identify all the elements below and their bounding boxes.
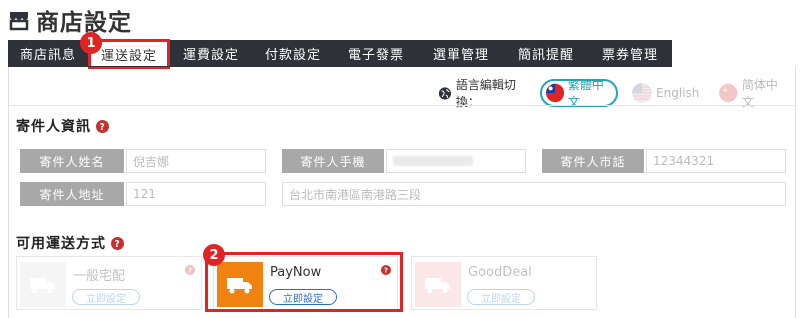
section-divider [9, 105, 795, 106]
lang-simplified-chinese[interactable]: 简体中文 [713, 78, 792, 109]
taiwan-flag-icon [545, 83, 564, 103]
svg-text:?: ? [99, 121, 105, 132]
blurred-value [393, 156, 473, 166]
highlight-box-paynow [205, 252, 403, 312]
help-icon[interactable]: ? [96, 119, 109, 133]
sender-mobile-input[interactable] [386, 149, 526, 173]
lang-traditional-chinese[interactable]: 繁體中文 [539, 78, 619, 109]
setup-now-button[interactable]: 立即設定 [467, 289, 535, 305]
globe-icon [438, 86, 451, 100]
sender-mobile-label: 寄件人手機 [282, 149, 384, 173]
sender-zip-input[interactable]: 121 [126, 182, 266, 206]
sender-address-input[interactable]: 台北市南港區南港路三段 [282, 182, 786, 206]
sender-phone-input[interactable]: 12344321 [646, 149, 786, 173]
sender-info-title-text: 寄件人資訊 [16, 119, 91, 135]
tab-ticket-management[interactable]: 票券管理 [588, 40, 672, 66]
china-flag-icon [719, 83, 738, 103]
page-header: 商店設定 [8, 4, 132, 36]
tab-sms-reminder[interactable]: 簡訊提醒 [504, 40, 588, 66]
settings-tabbar: 商店訊息 運送設定 運費設定 付款設定 電子發票 選單管理 簡訊提醒 票券管理 [8, 39, 672, 69]
help-icon[interactable]: ? [185, 265, 195, 275]
setup-now-button[interactable]: 立即設定 [72, 289, 140, 305]
shipping-card-gooddeal[interactable]: GoodDeal 立即設定 [411, 256, 597, 310]
svg-text:?: ? [114, 238, 120, 249]
help-icon[interactable]: ? [111, 236, 124, 250]
sender-name-input[interactable]: 倪吉娜 [126, 149, 266, 173]
tab-shipping-fee[interactable]: 運費設定 [170, 40, 252, 66]
sender-name-label: 寄件人姓名 [20, 149, 124, 173]
us-flag-icon [632, 83, 653, 103]
sender-address-label: 寄件人地址 [20, 182, 124, 206]
shipping-card-home-delivery[interactable]: 一般宅配 立即設定 ? [16, 256, 202, 310]
lang-english[interactable]: English [626, 79, 705, 107]
step-badge-1: 1 [80, 32, 102, 54]
tab-menu-management[interactable]: 選單管理 [418, 40, 504, 66]
tab-store-info[interactable]: 商店訊息 [8, 40, 88, 66]
shipping-methods-title-text: 可用運送方式 [16, 236, 106, 252]
truck-icon [20, 262, 66, 307]
lang-english-label: English [656, 86, 700, 100]
shipping-methods-title: 可用運送方式 ? [16, 233, 124, 253]
truck-icon [415, 262, 461, 307]
sender-phone-label: 寄件人市話 [542, 149, 644, 173]
sender-info-title: 寄件人資訊 ? [16, 116, 109, 136]
step-badge-2: 2 [203, 244, 225, 266]
store-icon [9, 12, 29, 31]
tab-payment[interactable]: 付款設定 [252, 40, 334, 66]
svg-text:?: ? [188, 266, 192, 275]
shipping-method-name: 一般宅配 [73, 269, 126, 284]
page-title: 商店設定 [36, 10, 132, 36]
language-switcher: 語言編輯切換： 繁體中文 English 简体中文 [438, 78, 800, 109]
tab-e-invoice[interactable]: 電子發票 [334, 40, 418, 66]
shipping-method-name: GoodDeal [468, 265, 532, 280]
